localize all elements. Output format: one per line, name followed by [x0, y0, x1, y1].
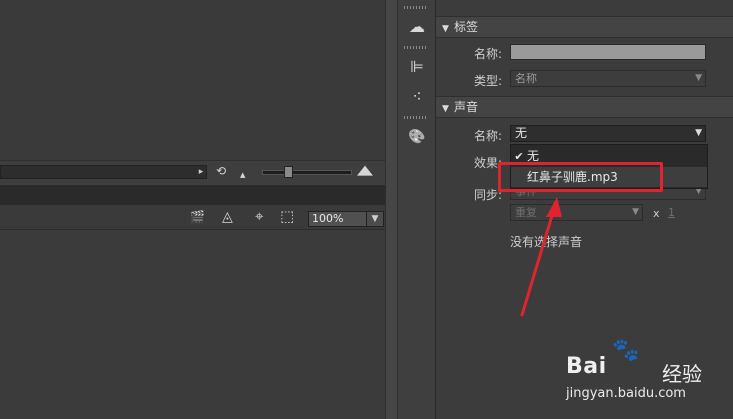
watermark-url: jingyan.baidu.com: [566, 386, 686, 401]
collapse-triangle-icon[interactable]: ▼: [442, 19, 454, 39]
palette-icon[interactable]: 🎨: [404, 126, 430, 148]
paw-logo-icon: 🐾: [612, 338, 640, 363]
chevron-down-icon: ▼: [695, 73, 702, 83]
large-view-icon[interactable]: ▲: [357, 164, 373, 178]
small-view-icon[interactable]: ▲: [240, 168, 245, 182]
chevron-down-icon: ▼: [695, 128, 702, 138]
label-name-input[interactable]: [510, 44, 706, 60]
panel-divider-strip: [0, 185, 396, 205]
label-section-title: 标签: [454, 20, 479, 34]
annotation-highlight-box: [498, 162, 663, 192]
creative-cloud-icon[interactable]: ☁: [404, 16, 430, 38]
sound-name-value: 无: [515, 126, 528, 140]
label-type-value: 名称: [515, 72, 537, 85]
swatches-icon[interactable]: ⁖: [404, 86, 430, 108]
watermark-brand-text: Bai: [566, 354, 607, 379]
align-icon[interactable]: ⊫: [404, 56, 430, 78]
zoom-level-field[interactable]: 100%: [308, 211, 369, 227]
dock-grip[interactable]: [404, 116, 428, 119]
stage-area-top[interactable]: [0, 0, 385, 160]
label-type-label: 类型:: [474, 74, 503, 88]
annotation-arrow-icon: [520, 197, 562, 317]
dropdown-item-label: 无: [527, 149, 540, 163]
dock-grip[interactable]: [404, 46, 428, 49]
edit-symbol-icon[interactable]: ◬: [222, 210, 233, 224]
snap-center-icon[interactable]: ⌖: [255, 209, 263, 224]
zoom-dropdown-arrow-icon[interactable]: ▼: [366, 211, 384, 227]
stage-area-bottom[interactable]: [0, 230, 385, 419]
sound-section-header[interactable]: ▼ 声音: [436, 96, 733, 118]
fit-stage-icon[interactable]: ⬚: [280, 209, 294, 224]
label-section-header[interactable]: ▼ 标签: [436, 16, 733, 38]
repeat-count-field[interactable]: 1: [668, 206, 675, 219]
zoom-slider-thumb[interactable]: [284, 166, 293, 178]
sound-name-select[interactable]: 无 ▼: [510, 125, 706, 142]
chevron-down-icon: ▼: [632, 207, 639, 217]
horizontal-scrollbar[interactable]: [0, 165, 207, 179]
scroll-right-arrow-icon[interactable]: ▸: [197, 167, 205, 177]
zoom-slider-track[interactable]: [262, 170, 352, 175]
collapse-triangle-icon[interactable]: ▼: [442, 99, 454, 119]
label-name-label: 名称:: [474, 47, 503, 61]
clapper-board-icon[interactable]: 🎬: [190, 210, 205, 224]
label-type-select[interactable]: 名称 ▼: [510, 70, 706, 87]
sound-name-label: 名称:: [474, 129, 503, 143]
dock-grip[interactable]: [404, 6, 428, 9]
baidu-jingyan-watermark: Bai 🐾 经验 jingyan.baidu.com: [560, 338, 730, 404]
sound-section-title: 声音: [454, 100, 479, 114]
repeat-x-label: x: [653, 207, 660, 220]
rotate-icon[interactable]: ⟲: [216, 164, 226, 178]
panel-splitter[interactable]: [385, 0, 398, 419]
watermark-jingyan-text: 经验: [662, 362, 702, 386]
